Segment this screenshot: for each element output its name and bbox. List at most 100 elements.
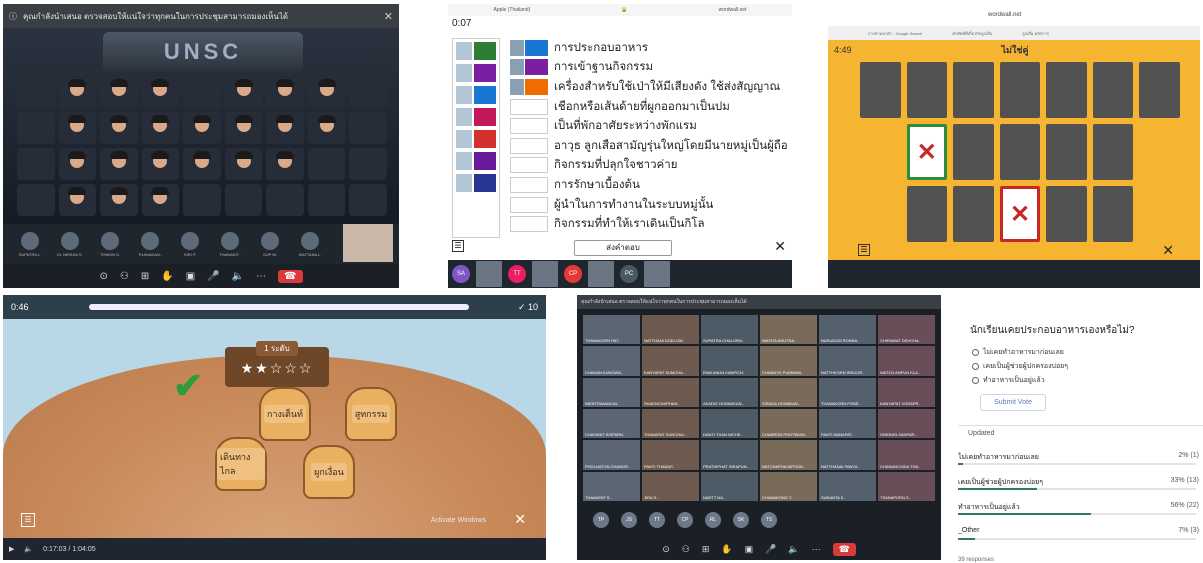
memory-card[interactable] (1139, 62, 1180, 118)
participant-chip[interactable]: CP (564, 265, 582, 283)
drop-slot[interactable] (510, 196, 548, 213)
memory-card[interactable] (953, 124, 994, 180)
participant-thumbnail[interactable]: THANAKAN.. (137, 231, 163, 257)
memory-card[interactable] (1092, 62, 1134, 118)
drop-slot[interactable] (510, 176, 548, 193)
end-call-button[interactable]: ☎ (832, 542, 856, 556)
browser-tab[interactable]: การตามหาคำ - Google Search (868, 30, 922, 37)
hand-icon[interactable]: ✋ (721, 544, 732, 555)
present-icon[interactable]: ⊞ (702, 544, 710, 555)
participant-tile[interactable]: CHIRAWAT DEHCHA.. (878, 315, 935, 345)
participant-tile[interactable]: PHOLNATON CHANGR.. (583, 440, 640, 470)
submit-answer-button[interactable]: ส่งคำตอบ (574, 240, 672, 256)
participant-tile[interactable]: DANTI THAN NICHE.. (701, 409, 758, 439)
mole-button[interactable]: เดินทางไกล (215, 437, 267, 491)
participant-tile[interactable]: WATCH ANPUN KLA.. (878, 346, 935, 376)
radio-button[interactable] (972, 363, 979, 370)
mole-button[interactable]: ผูกเงื่อน (303, 445, 355, 499)
close-icon[interactable]: ✕ (1162, 242, 1174, 259)
participant-tile[interactable]: NATCHAPHA NIPHON.. (760, 440, 817, 470)
participant-tile[interactable]: JIRA S.. (642, 471, 699, 501)
radio-button[interactable] (972, 349, 979, 356)
mic-icon[interactable]: 🎤 (765, 544, 776, 555)
answer-tile[interactable] (456, 108, 496, 126)
volume-icon[interactable]: 🔈 (24, 545, 33, 553)
participant-tile[interactable]: CHANNYK PUMMWA.. (760, 346, 817, 376)
participant-tile[interactable]: CHANAN KUNGWA.. (583, 346, 640, 376)
answer-tile[interactable] (456, 152, 496, 170)
close-icon[interactable]: ✕ (774, 238, 786, 255)
participant-tile[interactable]: CHANAKONG T.. (760, 471, 817, 501)
participant-tile[interactable]: THANAPAT SUNCHAI.. (642, 409, 699, 439)
memory-card[interactable] (1092, 186, 1134, 242)
poll-option[interactable]: ทำอาหารเป็นอยู่แล้ว (972, 375, 1045, 386)
participant-avatar[interactable]: JS (621, 512, 637, 528)
participant-avatar[interactable]: TT (649, 512, 665, 528)
drop-slot[interactable] (510, 98, 548, 115)
participant-chip[interactable]: SA (452, 265, 470, 283)
participant-tile[interactable]: PRATHIPHAT SIRAPUN.. (701, 440, 758, 470)
participant-thumbnail[interactable]: KL NIRASA S. (57, 231, 83, 257)
browser-tab[interactable]: คำศัพท์ที่เกี่ยวกับลูกเสือ (952, 30, 992, 37)
participant-thumbnail[interactable]: SUPATRA L. (17, 231, 43, 257)
memory-card[interactable] (860, 62, 901, 118)
memory-card[interactable] (953, 186, 994, 242)
people-icon[interactable]: ⚇ (120, 271, 129, 282)
present-icon[interactable]: ⊞ (141, 271, 149, 282)
participant-tile[interactable]: PANTI THANAP.. (642, 440, 699, 470)
participant-thumbnail[interactable]: SIRI P. (177, 231, 203, 257)
camera-icon[interactable]: ▣ (186, 271, 195, 282)
menu-icon[interactable]: ☰ (21, 513, 35, 527)
participant-tile[interactable]: WASITA ANUTRA.. (760, 315, 817, 345)
drop-slot[interactable] (510, 78, 548, 95)
participant-tile[interactable]: SHAKNCHAPHAN.. (642, 377, 699, 407)
participant-tile[interactable]: ONKRAN SANPAR.. (878, 409, 935, 439)
participant-tile[interactable]: NIENTRAMAKUN.. (583, 377, 640, 407)
participant-tile[interactable]: AKADIS HONNAKAN.. (701, 377, 758, 407)
mole-button[interactable]: สูทกรรม (345, 387, 397, 441)
radio-button[interactable] (972, 377, 979, 384)
drop-slot[interactable] (510, 118, 548, 135)
participant-tile[interactable]: THANAPAT S.. (583, 471, 640, 501)
more-icon[interactable]: ⋯ (256, 271, 266, 282)
drop-slot[interactable] (510, 39, 548, 56)
poll-option[interactable]: ไม่เคยทำอาหารมาก่อนเลย (972, 347, 1064, 358)
memory-card[interactable] (1046, 62, 1087, 118)
participant-tile[interactable]: THANAKORN PONE.. (819, 377, 876, 407)
play-icon[interactable]: ▶ (9, 545, 14, 553)
more-icon[interactable]: ⋯ (812, 544, 821, 555)
flipped-card[interactable]: ✕ (906, 124, 948, 180)
answer-tile[interactable] (456, 64, 496, 82)
browser-tab[interactable]: ลูกเสือ-หลักการ (1022, 30, 1049, 37)
memory-card[interactable] (906, 186, 948, 242)
hand-icon[interactable]: ✋ (161, 271, 173, 282)
memory-card[interactable] (906, 62, 948, 118)
speaker-icon[interactable]: 🔈 (788, 544, 799, 555)
participant-tile[interactable]: THANAKORN PAT.. (583, 315, 640, 345)
participant-tile[interactable]: CHANANCHIDA THA.. (878, 440, 935, 470)
participant-tile[interactable]: SIRADA HONNKAN.. (760, 377, 817, 407)
participant-thumbnail[interactable]: THANAKIT.. (217, 231, 243, 257)
participant-tile[interactable]: NATTHKORN SRIUOR.. (819, 346, 876, 376)
participant-tile[interactable]: SUPATRA CHALORN.. (701, 315, 758, 345)
participant-tile[interactable]: NARUDOM RONNA.. (819, 315, 876, 345)
participant-tile[interactable]: NARTT NA.. (701, 471, 758, 501)
participant-avatar[interactable]: TS (761, 512, 777, 528)
participant-tile[interactable]: CHAYANIT SISPARN.. (583, 409, 640, 439)
participant-chip[interactable]: TT (508, 265, 526, 283)
memory-card[interactable] (1046, 124, 1087, 180)
memory-card[interactable] (999, 124, 1041, 180)
memory-card[interactable] (999, 62, 1041, 118)
participant-avatar[interactable]: SK (733, 512, 749, 528)
participant-tile[interactable]: NATTHANI DOELOW.. (642, 315, 699, 345)
participant-tile[interactable]: KANYAPAT VORAPR.. (878, 377, 935, 407)
end-call-button[interactable]: ☎ (278, 269, 303, 283)
close-icon[interactable]: ✕ (514, 511, 526, 528)
participant-tile[interactable]: SUNANTA K.. (819, 471, 876, 501)
answer-tile[interactable] (456, 174, 496, 192)
drop-slot[interactable] (510, 157, 548, 174)
participant-tile[interactable]: NATTHANAI PANYA.. (819, 440, 876, 470)
participant-tile[interactable]: CHANRON PHOTINUM.. (760, 409, 817, 439)
participant-chip[interactable]: PC (620, 265, 638, 283)
participant-tile[interactable]: KANYAPAT SUMCHA.. (642, 346, 699, 376)
